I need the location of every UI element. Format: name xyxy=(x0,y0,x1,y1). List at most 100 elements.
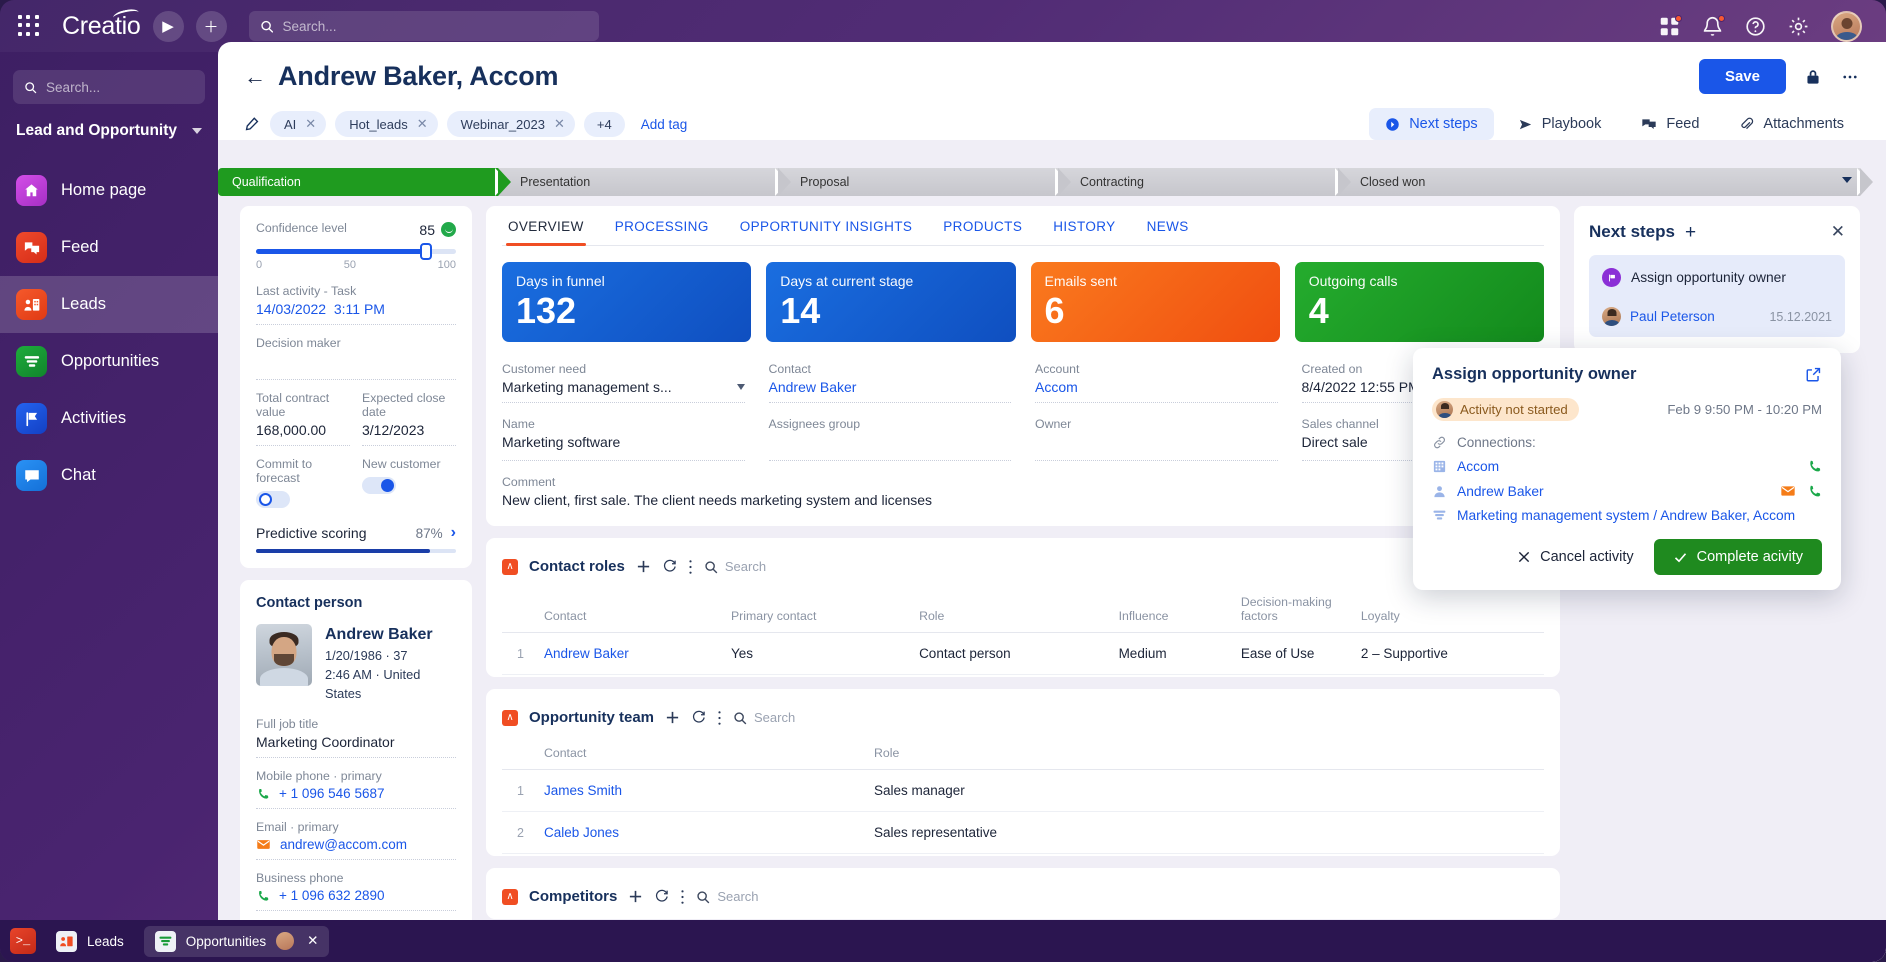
business-phone-value[interactable]: + 1 096 632 2890 xyxy=(279,888,384,903)
marketplace-grid-icon[interactable] xyxy=(1659,16,1680,37)
commit-to-forecast-toggle[interactable] xyxy=(256,491,290,508)
tag-remove-icon[interactable]: ✕ xyxy=(554,116,565,132)
email-icon[interactable] xyxy=(256,837,271,852)
new-customer-toggle[interactable] xyxy=(362,477,396,494)
total-contract-value-field[interactable]: Total contract value 168,000.00 xyxy=(256,391,350,446)
gear-icon[interactable] xyxy=(1788,16,1809,37)
cell-contact[interactable]: James Smith xyxy=(544,783,622,798)
stage-qualification[interactable]: Qualification xyxy=(218,168,498,196)
help-circle-icon[interactable] xyxy=(1745,16,1766,37)
field-assignees-group[interactable]: Assignees group xyxy=(769,417,1012,461)
close-icon[interactable]: ✕ xyxy=(307,933,318,949)
tab-processing[interactable]: PROCESSING xyxy=(613,210,711,245)
column-header[interactable]: Contact xyxy=(536,732,866,770)
tag-remove-icon[interactable]: ✕ xyxy=(305,116,316,132)
user-avatar[interactable] xyxy=(1831,11,1862,42)
opportunity-team-search[interactable]: Search xyxy=(733,710,795,725)
email-icon[interactable] xyxy=(1780,483,1796,499)
field-account[interactable]: Account Accom xyxy=(1035,362,1278,403)
sidebar-search[interactable] xyxy=(13,70,205,104)
slider-knob[interactable] xyxy=(420,243,432,260)
expected-close-date-field[interactable]: Expected close date 3/12/2023 xyxy=(362,391,456,446)
field-value[interactable]: Andrew Baker xyxy=(769,379,1012,395)
stage-closed-won[interactable]: Closed won xyxy=(1338,168,1860,196)
more-vertical-icon[interactable] xyxy=(680,889,685,905)
confidence-slider[interactable] xyxy=(256,249,456,254)
next-step-owner[interactable]: Paul Peterson xyxy=(1630,309,1715,324)
next-step-item[interactable]: Assign opportunity owner Paul Peterson 1… xyxy=(1589,255,1845,337)
back-arrow-icon[interactable]: ← xyxy=(244,66,266,88)
collapse-icon[interactable]: ∧ xyxy=(502,710,518,726)
cell-contact[interactable]: Andrew Baker xyxy=(544,646,629,661)
sidebar-search-input[interactable] xyxy=(46,80,194,95)
next-steps-button[interactable]: Next steps xyxy=(1369,108,1494,140)
bell-icon[interactable] xyxy=(1702,16,1723,37)
add-icon[interactable] xyxy=(628,889,643,904)
stage-presentation[interactable]: Presentation xyxy=(498,168,778,196)
tag-overflow-chip[interactable]: +4 xyxy=(584,112,625,137)
global-search[interactable] xyxy=(249,11,599,41)
sidebar-item-activities[interactable]: Activities xyxy=(0,390,218,447)
play-icon[interactable]: ▶ xyxy=(153,11,184,42)
feed-button[interactable]: Feed xyxy=(1625,108,1715,140)
add-icon[interactable] xyxy=(665,710,680,725)
column-header[interactable]: Decision-making factors xyxy=(1233,581,1353,633)
refresh-icon[interactable] xyxy=(654,889,669,904)
table-row[interactable]: 2 Caleb Jones Sales representative xyxy=(502,812,1544,854)
tag-chip[interactable]: Webinar_2023 ✕ xyxy=(447,111,575,137)
tab-overview[interactable]: OVERVIEW xyxy=(506,210,586,245)
phone-icon[interactable] xyxy=(1807,459,1822,474)
collapse-icon[interactable]: ∧ xyxy=(502,559,518,575)
more-vertical-icon[interactable] xyxy=(717,710,722,726)
kpi-emails-sent[interactable]: Emails sent 6 xyxy=(1031,262,1280,342)
kpi-days-at-current-stage[interactable]: Days at current stage 14 xyxy=(766,262,1015,342)
column-header[interactable]: Role xyxy=(866,732,1544,770)
kpi-days-in-funnel[interactable]: Days in funnel 132 xyxy=(502,262,751,342)
phone-icon[interactable] xyxy=(1807,484,1822,499)
external-link-icon[interactable] xyxy=(1805,366,1822,383)
mobile-phone-value[interactable]: + 1 096 546 5687 xyxy=(279,786,384,801)
kpi-outgoing-calls[interactable]: Outgoing calls 4 xyxy=(1295,262,1544,342)
collapse-icon[interactable]: ∧ xyxy=(502,889,518,905)
table-row[interactable]: 1 Andrew Baker Yes Contact person Medium… xyxy=(502,633,1544,675)
decision-maker-field[interactable]: Decision maker xyxy=(256,336,456,380)
contact-roles-search[interactable]: Search xyxy=(704,559,766,574)
email-value[interactable]: andrew@accom.com xyxy=(280,837,407,852)
connection-account-link[interactable]: Accom xyxy=(1457,459,1499,474)
refresh-icon[interactable] xyxy=(691,710,706,725)
refresh-icon[interactable] xyxy=(662,559,677,574)
stage-contracting[interactable]: Contracting xyxy=(1058,168,1338,196)
pipeline-chevron-down-icon[interactable] xyxy=(1842,177,1852,183)
column-header[interactable]: Primary contact xyxy=(723,581,911,633)
tab-history[interactable]: HISTORY xyxy=(1051,210,1117,245)
ellipsis-icon[interactable] xyxy=(1840,68,1860,86)
cell-contact[interactable]: Caleb Jones xyxy=(544,825,619,840)
add-tag-link[interactable]: Add tag xyxy=(641,117,688,132)
sidebar-item-chat[interactable]: Chat xyxy=(0,447,218,504)
sidebar-item-feed[interactable]: Feed xyxy=(0,219,218,276)
add-icon[interactable] xyxy=(636,559,651,574)
field-owner[interactable]: Owner xyxy=(1035,417,1278,461)
add-next-step-icon[interactable]: + xyxy=(1685,223,1696,242)
phone-icon[interactable] xyxy=(256,787,270,801)
tag-chip[interactable]: Hot_leads ✕ xyxy=(335,111,437,137)
apps-grid-icon[interactable] xyxy=(16,13,42,39)
chevron-down-icon[interactable] xyxy=(737,384,745,390)
table-row[interactable]: 1 James Smith Sales manager xyxy=(502,770,1544,812)
close-icon[interactable]: ✕ xyxy=(1831,222,1845,242)
playbook-button[interactable]: Playbook xyxy=(1502,108,1618,140)
sidebar-item-opportunities[interactable]: Opportunities xyxy=(0,333,218,390)
cancel-activity-button[interactable]: Cancel activity xyxy=(1511,541,1639,573)
field-contact[interactable]: Contact Andrew Baker xyxy=(769,362,1012,403)
tab-news[interactable]: NEWS xyxy=(1145,210,1191,245)
taskbar-item-opportunities[interactable]: Opportunities ✕ xyxy=(144,926,330,957)
connection-opportunity-link[interactable]: Marketing management system / Andrew Bak… xyxy=(1457,508,1795,523)
competitors-search[interactable]: Search xyxy=(696,889,758,904)
chevron-right-icon[interactable]: › xyxy=(451,524,456,542)
stage-proposal[interactable]: Proposal xyxy=(778,168,1058,196)
lock-icon[interactable] xyxy=(1804,68,1822,86)
sidebar-item-home-page[interactable]: Home page xyxy=(0,162,218,219)
workspace-selector[interactable]: Lead and Opportunity xyxy=(0,122,218,140)
tag-remove-icon[interactable]: ✕ xyxy=(417,116,428,132)
tag-chip[interactable]: AI ✕ xyxy=(270,111,326,137)
